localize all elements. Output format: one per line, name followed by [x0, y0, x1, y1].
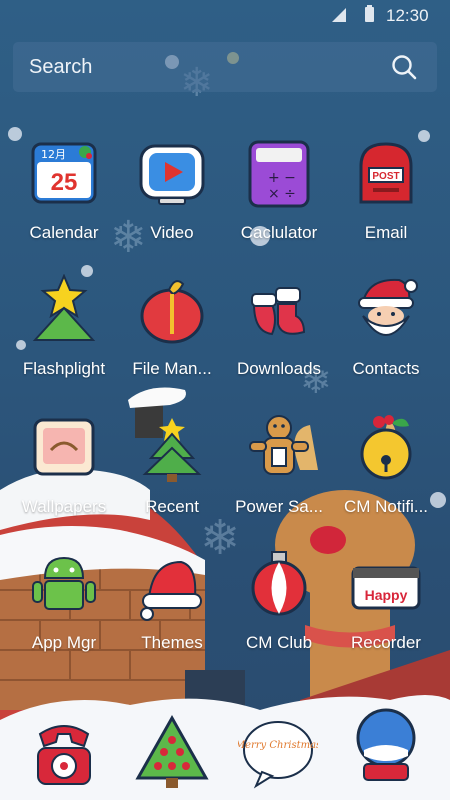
mailbox-icon: POST: [359, 142, 413, 204]
svg-text:+ −: + −: [268, 170, 296, 186]
app-app-manager[interactable]: App Mgr: [9, 548, 119, 653]
telephone-icon[interactable]: [24, 712, 104, 792]
svg-text:× ÷: × ÷: [268, 186, 296, 202]
dock-message-text: Merry Christmas: [238, 740, 318, 751]
android-icon: [32, 556, 96, 610]
picture-frame-icon: [33, 418, 95, 476]
app-label: Wallpapers: [21, 497, 107, 516]
recorder-sign-text: Happy: [365, 587, 408, 603]
search-bar[interactable]: Search: [13, 42, 437, 92]
dock: Merry Christmas: [0, 700, 450, 800]
app-cm-notifier[interactable]: CM Notifi...: [331, 412, 441, 517]
app-file-manager[interactable]: File Man...: [117, 274, 227, 379]
snow-globe-icon[interactable]: [346, 704, 426, 784]
app-label: CM Notifi...: [343, 497, 429, 516]
santa-hat-icon: [140, 560, 202, 621]
tree-apps-icon[interactable]: [132, 712, 212, 792]
gift-sack-icon: [140, 280, 204, 344]
stocking-icon: [251, 287, 306, 336]
app-label: Video: [150, 223, 194, 242]
app-power-saver[interactable]: Power Sa...: [224, 412, 334, 517]
app-email[interactable]: POST Email: [331, 138, 441, 243]
app-label: Downloads: [236, 359, 322, 378]
search-icon[interactable]: [391, 54, 417, 80]
app-label: Themes: [141, 633, 203, 652]
bell-icon: [360, 415, 412, 480]
calculator-icon: + − × ÷: [248, 140, 310, 208]
ornament-icon: [251, 551, 307, 616]
app-label: Power Sa...: [235, 497, 323, 516]
app-label: App Mgr: [31, 633, 97, 652]
app-cm-club[interactable]: CM Club: [224, 548, 334, 653]
speech-bubble-icon[interactable]: Merry Christmas: [238, 712, 318, 792]
status-bar: 12:30: [0, 0, 450, 34]
calendar-month: 12月: [41, 148, 66, 161]
app-label: Email: [364, 223, 408, 242]
app-contacts[interactable]: Contacts: [331, 274, 441, 379]
app-label: File Man...: [132, 359, 212, 378]
app-video[interactable]: Video: [117, 138, 227, 243]
app-label: Calendar: [29, 223, 99, 242]
battery-icon: [365, 5, 374, 22]
christmas-scenery: [0, 387, 450, 800]
christmas-tree-icon: [142, 418, 202, 482]
app-wallpapers[interactable]: Wallpapers: [9, 412, 119, 517]
app-downloads[interactable]: Downloads: [224, 274, 334, 379]
app-label: Contacts: [352, 359, 420, 378]
app-label: Caclulator: [240, 223, 318, 242]
calendar-icon: 12月 25: [31, 142, 97, 204]
app-flashlight[interactable]: Flashplight: [9, 273, 119, 379]
app-recorder[interactable]: Happy Recorder: [331, 548, 441, 653]
app-label: Recorder: [351, 633, 421, 652]
app-label: Flashplight: [22, 359, 106, 378]
app-label: Recent: [145, 497, 199, 516]
app-recent[interactable]: Recent: [117, 412, 227, 517]
calendar-date: 25: [51, 169, 78, 196]
app-themes[interactable]: Themes: [117, 548, 227, 653]
app-label: CM Club: [245, 633, 313, 652]
santa-icon: [358, 278, 418, 336]
mailbox-sign: POST: [372, 171, 399, 182]
star-tree-icon: [32, 273, 96, 341]
happy-sign-icon: Happy: [351, 566, 421, 610]
app-calculator[interactable]: + − × ÷ Caclulator: [224, 138, 334, 243]
gingerbread-icon: [249, 415, 309, 475]
search-placeholder: Search: [29, 56, 93, 78]
signal-icon: [332, 8, 346, 22]
video-icon: [139, 144, 205, 205]
clock: 12:30: [386, 6, 429, 25]
app-calendar[interactable]: 12月 25 Calendar: [9, 138, 119, 243]
